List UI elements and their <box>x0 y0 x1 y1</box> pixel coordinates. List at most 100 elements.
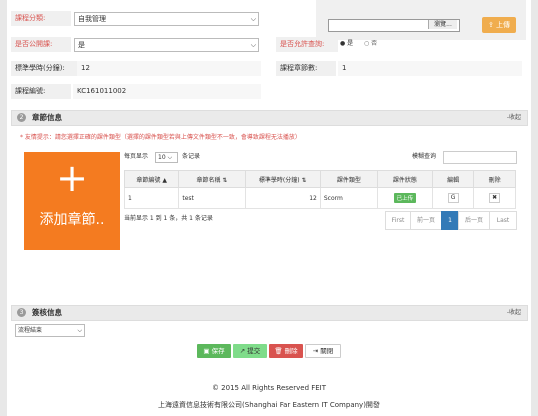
search-label: 模糊查询 <box>412 153 437 160</box>
col-header-status: 課件狀態 <box>376 170 433 188</box>
public-label: 是否公開課: <box>11 37 71 52</box>
public-row: 是否公開課: 是 ⌵ <box>11 37 261 52</box>
public-value: 是 <box>78 41 85 49</box>
review-collapse-link[interactable]: -收起 <box>507 306 521 320</box>
review-title: 簽核信息 <box>32 308 62 317</box>
save-label: 保存 <box>211 347 225 355</box>
submit-button[interactable]: ↗ 提交 <box>233 344 267 358</box>
flow-value: 流程結束 <box>18 327 43 334</box>
public-select[interactable]: 是 ⌵ <box>74 38 259 52</box>
sort-icon: ⇅ <box>301 176 307 184</box>
delete-button[interactable]: 🗑 刪除 <box>269 344 303 358</box>
submit-label: 提交 <box>247 347 261 355</box>
course-id-label: 課程編號: <box>11 84 71 99</box>
left-gutter <box>0 0 7 416</box>
per-page-prefix: 每页显示 <box>124 153 149 160</box>
cell-edit: G <box>431 187 475 209</box>
section-number-badge: 2 <box>17 113 26 122</box>
col-name-label: 章節名稱 <box>196 176 221 184</box>
course-id-row: 課程編號: KC161011002 <box>11 84 261 99</box>
col-header-no[interactable]: 章節編號 ▲ <box>123 170 180 188</box>
col-header-delete: 刪除 <box>473 170 516 188</box>
trash-icon: 🗑 <box>274 347 283 355</box>
plus-icon: + <box>56 156 88 200</box>
delete-label: 刪除 <box>284 347 298 355</box>
add-chapter-label: 添加章節.. <box>39 212 105 228</box>
cell-hours: 12 <box>244 187 321 209</box>
chapter-count-row: 課程章節數: 1 <box>276 61 526 76</box>
chapters-section-header: 2 章節信息 -收起 <box>11 110 528 126</box>
chapters-tip: * 友情提示：請您選擇正確的課件類型（選擇的課件類型若與上傳文件類型不一致，會導… <box>20 134 301 141</box>
col-hours-label: 標準學時(分鐘) <box>258 176 300 184</box>
category-value: 自我管理 <box>78 15 106 23</box>
review-section-header: 3 簽核信息 -收起 <box>11 305 528 321</box>
category-select[interactable]: 自我管理 ⌵ <box>74 12 259 26</box>
chapters-collapse-link[interactable]: -收起 <box>507 111 521 125</box>
upload-button[interactable]: ⇪ 上傳 <box>482 17 516 33</box>
hours-label: 標準學時(分鐘): <box>11 61 77 76</box>
browse-button[interactable]: 瀏覽... <box>428 20 457 29</box>
chapter-count-label: 課程章節數: <box>276 61 336 76</box>
chapter-count-value: 1 <box>338 61 522 76</box>
yes-label: 是 <box>347 40 354 47</box>
allow-query-no[interactable]: ○ 否 <box>364 39 377 49</box>
chevron-down-icon: ⌵ <box>250 41 256 49</box>
chapters-table: 章節編號 ▲ 章節名稱 ⇅ 標準學時(分鐘) ⇅ 課件類型 課件狀態 編輯 刪除… <box>123 170 516 209</box>
footer-company: 上海遠資信息技術有限公司(Shanghai Far Eastern IT Com… <box>158 401 380 409</box>
table-summary: 当前显示 1 到 1 条，共 1 条记录 <box>124 215 213 222</box>
pager-prev[interactable]: 前一页 <box>410 211 442 230</box>
sort-icon: ⇅ <box>222 176 228 184</box>
pager-next[interactable]: 后一页 <box>458 211 490 230</box>
sort-asc-icon: ▲ <box>162 176 167 184</box>
hours-row: 標準學時(分鐘): 12 <box>11 61 261 76</box>
cell-status: 已上传 <box>376 187 433 209</box>
pager-current[interactable]: 1 <box>441 211 459 230</box>
cell-name: test <box>178 187 246 209</box>
allow-query-label: 是否允許查詢: <box>276 37 338 52</box>
chevron-down-icon: ⌵ <box>77 327 82 334</box>
save-icon: ▣ <box>203 347 210 355</box>
chapters-title: 章節信息 <box>32 113 62 122</box>
per-page-suffix: 条记录 <box>182 153 201 160</box>
course-edit-page: 課程分類: 自我管理 ⌵ 瀏覽... ⇪ 上傳 是否公開課: 是 ⌵ 是否允許查… <box>0 0 538 416</box>
per-page-select[interactable]: 10 ⌵ <box>155 152 178 163</box>
upload-label: 上傳 <box>496 21 511 29</box>
cell-type: Scorm <box>319 187 378 209</box>
per-page-value: 10 <box>158 154 166 161</box>
category-label: 課程分類: <box>11 11 71 26</box>
close-label: 關閉 <box>320 347 334 355</box>
delete-x-icon[interactable]: ✖ <box>489 193 501 203</box>
add-chapter-button[interactable]: + 添加章節.. <box>24 152 120 250</box>
pager-first[interactable]: First <box>385 211 411 230</box>
course-id-value: KC161011002 <box>73 84 261 99</box>
save-button[interactable]: ▣ 保存 <box>197 344 231 358</box>
close-button[interactable]: ⇥ 關閉 <box>305 344 341 358</box>
upload-icon: ⇪ <box>487 21 494 29</box>
chevron-down-icon: ⌵ <box>250 15 256 23</box>
allow-query-yes[interactable]: ● 是 <box>340 39 353 49</box>
search-input[interactable] <box>443 151 517 164</box>
footer-copyright: © 2015 All Rights Reserved FEIT <box>211 384 327 392</box>
table-header-row: 章節編號 ▲ 章節名稱 ⇅ 標準學時(分鐘) ⇅ 課件類型 課件狀態 編輯 刪除 <box>123 170 516 188</box>
cell-no: 1 <box>123 187 180 209</box>
col-header-type: 課件類型 <box>319 170 378 188</box>
pager-last[interactable]: Last <box>489 211 517 230</box>
right-gutter <box>531 0 538 416</box>
hours-value: 12 <box>77 61 261 76</box>
edit-icon[interactable]: G <box>447 193 459 203</box>
col-no-label: 章節編號 <box>136 176 161 184</box>
close-icon: ⇥ <box>312 347 319 355</box>
cell-delete: ✖ <box>473 187 516 209</box>
allow-query-row: 是否允許查詢: ● 是 ○ 否 <box>276 37 526 52</box>
submit-icon: ↗ <box>239 347 246 355</box>
col-header-name[interactable]: 章節名稱 ⇅ <box>178 170 246 188</box>
flow-select[interactable]: 流程結束 ⌵ <box>15 324 85 337</box>
category-row: 課程分類: 自我管理 ⌵ <box>11 11 261 26</box>
col-header-hours[interactable]: 標準學時(分鐘) ⇅ <box>244 170 321 188</box>
no-label: 否 <box>371 40 378 47</box>
chevron-down-icon: ⌵ <box>167 154 173 161</box>
col-header-edit: 編輯 <box>431 170 475 188</box>
table-row: 1 test 12 Scorm 已上传 G ✖ <box>123 187 516 209</box>
section-number-badge: 3 <box>17 308 26 317</box>
status-badge: 已上传 <box>393 193 417 203</box>
